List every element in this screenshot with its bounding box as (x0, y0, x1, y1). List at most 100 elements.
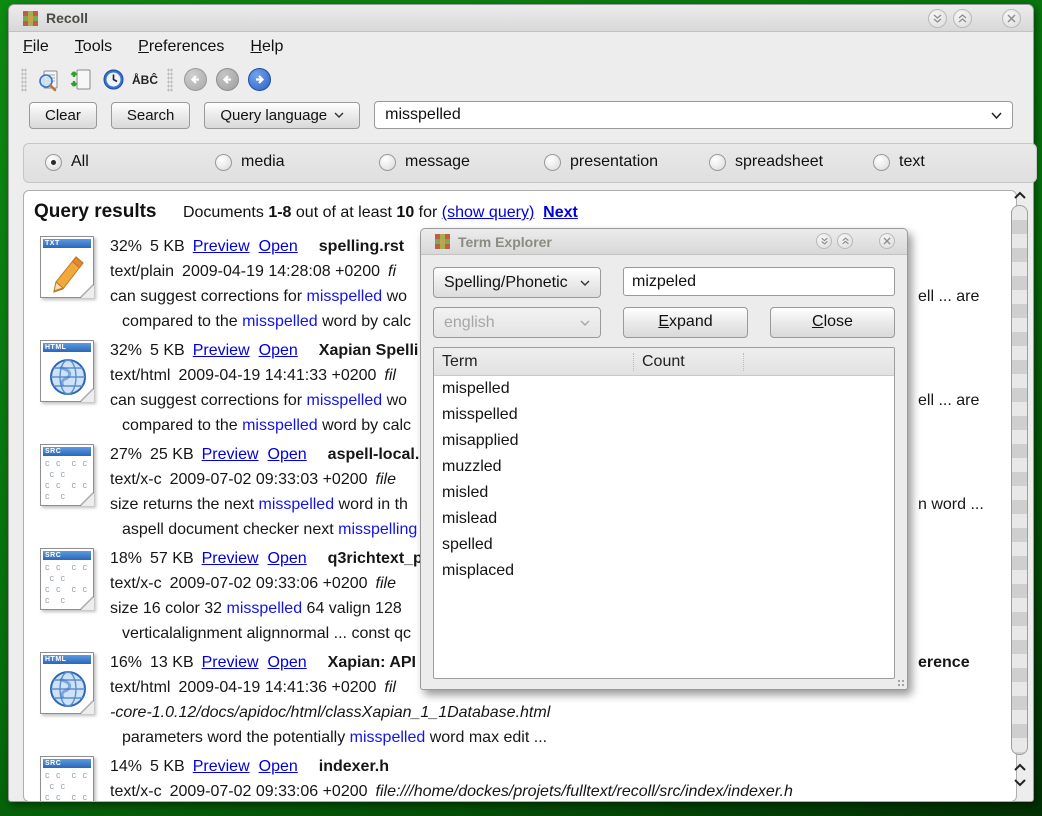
filter-media[interactable]: media (215, 153, 285, 171)
radio-icon[interactable] (379, 154, 396, 171)
close-button[interactable] (879, 233, 895, 249)
clear-button[interactable]: Clear (29, 102, 97, 129)
term-row[interactable]: mislead (434, 506, 894, 532)
dialog-title: Term Explorer (458, 234, 552, 250)
chevron-down-icon (580, 320, 590, 326)
menu-help[interactable]: Help (250, 38, 283, 56)
filter-text[interactable]: text (873, 153, 925, 171)
preview-link[interactable]: Preview (202, 654, 259, 671)
chevron-down-icon[interactable] (991, 112, 1002, 119)
filter-message[interactable]: message (379, 153, 470, 171)
radio-icon[interactable] (45, 154, 62, 171)
search-input[interactable]: misspelled (374, 101, 1013, 129)
dialog-titlebar[interactable]: Term Explorer (421, 229, 907, 255)
search-button[interactable]: Search (111, 102, 191, 129)
menu-file[interactable]: File (23, 38, 49, 56)
results-scrollbar[interactable] (1009, 187, 1030, 803)
first-page-icon[interactable] (179, 65, 211, 95)
preview-link[interactable]: Preview (202, 446, 259, 463)
file-icon-src: SRC (40, 548, 94, 610)
scroll-up-icon[interactable] (1009, 187, 1030, 203)
minimize-button[interactable] (816, 233, 832, 249)
filter-presentation[interactable]: presentation (544, 153, 658, 171)
minimize-button[interactable] (928, 9, 947, 28)
scrollbar-thumb[interactable] (1011, 205, 1028, 755)
menu-preferences[interactable]: Preferences (138, 38, 224, 56)
globe-icon (46, 355, 90, 399)
filter-spreadsheet[interactable]: spreadsheet (709, 153, 823, 171)
term-row[interactable]: mispelled (434, 376, 894, 402)
term-table-header[interactable]: Term Count (434, 348, 894, 376)
desktop: Recoll File Tools Preferences Help (0, 0, 1042, 816)
maximize-button[interactable] (953, 9, 972, 28)
results-title: Query results (34, 201, 157, 222)
previous-page-icon[interactable] (211, 65, 243, 95)
term-row[interactable]: muzzled (434, 454, 894, 480)
open-link[interactable]: Open (259, 342, 298, 359)
radio-icon[interactable] (215, 154, 232, 171)
resize-grip[interactable] (897, 679, 905, 687)
term-row[interactable]: misspelled (434, 402, 894, 428)
radio-icon[interactable] (544, 154, 561, 171)
chevron-down-icon (334, 112, 344, 118)
language-select: english (433, 307, 601, 338)
file-icon-html: HTML (40, 652, 94, 714)
filter-all[interactable]: All (45, 153, 89, 171)
term-explorer-dialog: Term Explorer Spelling/Phonetic mizpeled (420, 228, 908, 690)
show-query-link[interactable]: (show query) (442, 204, 534, 221)
pencil-icon (46, 251, 90, 295)
term-input[interactable]: mizpeled (623, 267, 895, 296)
category-filter-bar: All media message presentation spreadshe… (23, 143, 1037, 183)
radio-icon[interactable] (873, 154, 890, 171)
term-row[interactable]: spelled (434, 532, 894, 558)
next-link[interactable]: Next (543, 204, 578, 221)
expansion-mode-select[interactable]: Spelling/Phonetic (433, 267, 601, 298)
toolbar-drag-handle[interactable] (21, 68, 27, 92)
close-button[interactable] (1002, 9, 1021, 28)
menubar: File Tools Preferences Help (9, 32, 1033, 61)
results-header: Query results Documents 1-8 out of at le… (34, 201, 578, 223)
sort-parameters-icon[interactable] (65, 65, 97, 95)
open-link[interactable]: Open (268, 550, 307, 567)
file-path: -core-1.0.12/docs/apidoc/html/classXapia… (110, 700, 1012, 725)
document-history-icon[interactable] (97, 65, 129, 95)
file-icon-txt: TXT (40, 236, 94, 298)
expand-button[interactable]: Expand (623, 307, 748, 338)
chevron-down-icon (580, 280, 590, 286)
preview-link[interactable]: Preview (193, 758, 250, 775)
next-page-icon[interactable] (243, 65, 275, 95)
term-row[interactable]: misplaced (434, 558, 894, 584)
scroll-down-icon[interactable] (1009, 775, 1030, 791)
result-row[interactable]: SRC 14%5 KBPreviewOpenindexer.h text/x-c… (32, 754, 1012, 802)
window-title: Recoll (46, 10, 88, 26)
query-language-dropdown[interactable]: Query language (204, 102, 360, 129)
dialog-row-1: Spelling/Phonetic mizpeled (433, 267, 895, 298)
column-term[interactable]: Term (434, 353, 634, 371)
preview-link[interactable]: Preview (193, 238, 250, 255)
preview-link[interactable]: Preview (202, 550, 259, 567)
search-row: Clear Search Query language misspelled (9, 98, 1033, 135)
term-table: Term Count mispelled misspelled misappli… (433, 347, 895, 679)
snippet-fragment: ell ... are (918, 388, 979, 413)
column-count[interactable]: Count (634, 353, 744, 371)
term-row[interactable]: misled (434, 480, 894, 506)
preview-link[interactable]: Preview (193, 342, 250, 359)
file-icon-html: HTML (40, 340, 94, 402)
open-link[interactable]: Open (259, 758, 298, 775)
dialog-row-2: english Expand Close (433, 307, 895, 338)
advanced-search-icon[interactable] (33, 65, 65, 95)
open-link[interactable]: Open (268, 446, 307, 463)
close-dialog-button[interactable]: Close (770, 307, 895, 338)
snippet-fragment: n word ... (918, 492, 984, 517)
term-row[interactable]: misapplied (434, 428, 894, 454)
main-titlebar[interactable]: Recoll (9, 5, 1033, 32)
menu-tools[interactable]: Tools (75, 38, 112, 56)
title-fragment: erence (918, 650, 970, 675)
scroll-up-icon[interactable] (1009, 759, 1030, 775)
maximize-button[interactable] (837, 233, 853, 249)
term-explorer-icon[interactable]: ÅBĈ (129, 65, 161, 95)
source-code-pattern (45, 562, 89, 606)
radio-icon[interactable] (709, 154, 726, 171)
open-link[interactable]: Open (259, 238, 298, 255)
open-link[interactable]: Open (268, 654, 307, 671)
